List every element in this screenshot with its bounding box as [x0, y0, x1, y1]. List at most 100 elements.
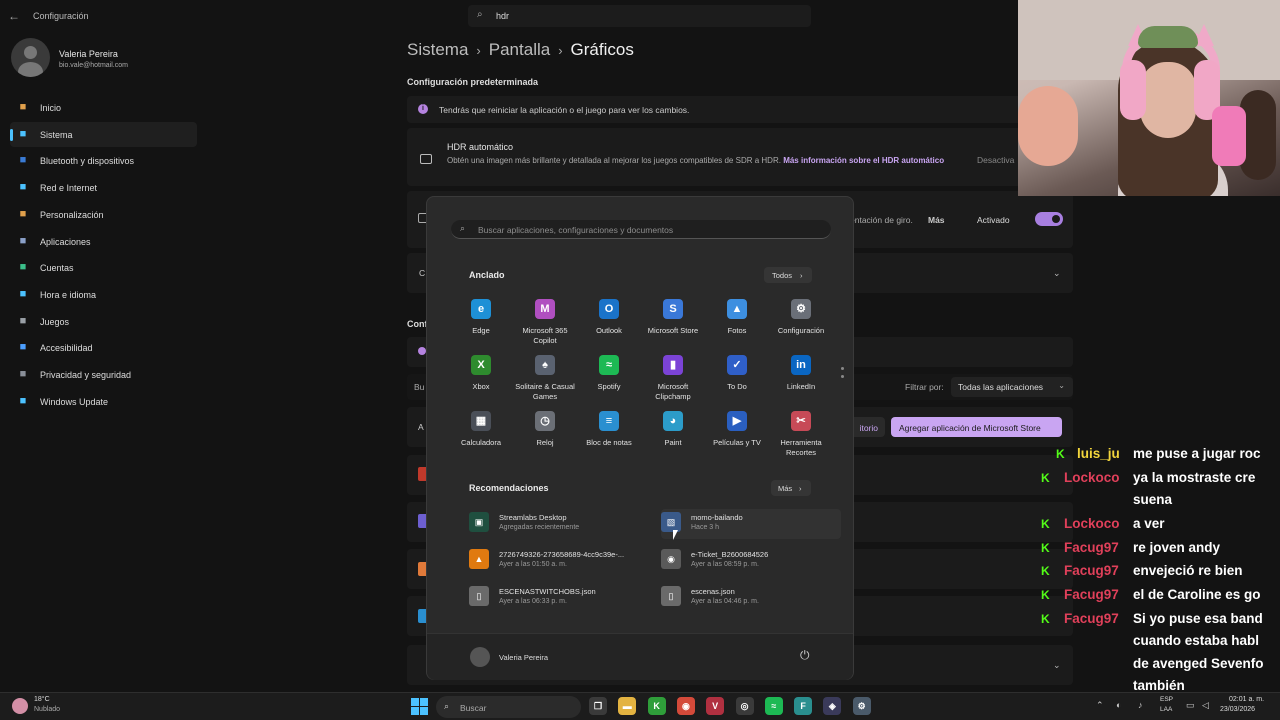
filter-select[interactable]: Todas las aplicaciones ⌄: [951, 377, 1073, 397]
selection-indicator: [10, 128, 13, 141]
weather-icon[interactable]: [12, 698, 28, 714]
weather-condition[interactable]: Nublado: [34, 706, 60, 713]
taskbar-search-label: Buscar: [460, 703, 487, 713]
info-icon: i: [418, 104, 428, 114]
auto-hdr-learn-more-link[interactable]: Más información sobre el HDR automático: [783, 156, 944, 165]
keyboard-language[interactable]: ESP: [1160, 696, 1173, 703]
breadcrumb-item-pantalla[interactable]: Pantalla: [489, 40, 550, 59]
sidebar-item-label: Accesibilidad: [40, 343, 93, 354]
all-apps-button[interactable]: Todos ›: [764, 267, 812, 283]
pinned-app-herramienta-recortes[interactable]: ✂ Herramienta Recortes: [769, 411, 833, 463]
image-file-icon: ▧: [661, 512, 681, 532]
pinned-app-microsoft-clipchamp[interactable]: ▮ Microsoft Clipchamp: [641, 355, 705, 407]
search-icon: ⌕: [444, 701, 450, 711]
pinned-app-label: Paint: [664, 438, 682, 447]
sidebar-item-juegos[interactable]: ■ Juegos: [10, 309, 197, 334]
back-arrow-icon[interactable]: ←: [8, 9, 24, 23]
recommended-item[interactable]: ▧ momo-bailando Hace 3 h: [661, 509, 841, 539]
pinned-app-label: Outlook: [596, 326, 622, 335]
sidebar-item-cuentas[interactable]: ■ Cuentas: [10, 255, 197, 280]
more-label: Más: [778, 484, 793, 493]
chat-username: Facug97: [1064, 563, 1119, 579]
pinned-app-xbox[interactable]: X Xbox: [449, 355, 513, 407]
kick-icon[interactable]: K: [647, 697, 666, 715]
pinned-app-pel-culas-y-tv[interactable]: ▶ Películas y TV: [705, 411, 769, 463]
obs-icon[interactable]: ◎: [735, 697, 754, 715]
more-button[interactable]: Más ›: [771, 480, 811, 496]
vivaldi-icon[interactable]: V: [706, 697, 725, 715]
taskbar-search[interactable]: ⌕ Buscar: [436, 696, 581, 718]
pinned-app-fotos[interactable]: ▲ Fotos: [705, 299, 769, 351]
microphone-icon[interactable]: ♪: [1138, 700, 1143, 710]
pinned-app-linkedin[interactable]: in LinkedIn: [769, 355, 833, 407]
sidebar-item-hora-e-idioma[interactable]: ■ Hora e idioma: [10, 282, 197, 307]
info-icon: [418, 347, 426, 355]
pinned-app-solitaire-casual-games[interactable]: ♠ Solitaire & Casual Games: [513, 355, 577, 407]
chat-message-text: Si yo puse esa band: [1133, 610, 1263, 626]
pinned-app-reloj[interactable]: ◷ Reloj: [513, 411, 577, 463]
clock-date[interactable]: 23/03/2026: [1220, 706, 1255, 713]
settings-gear-icon[interactable]: ⚙: [852, 697, 871, 715]
sidebar-item-windows-update[interactable]: ■ Windows Update: [10, 389, 197, 414]
tray-app-icon[interactable]: ◐: [1116, 700, 1121, 710]
breadcrumb-item-sistema[interactable]: Sistema: [407, 40, 468, 59]
volume-icon[interactable]: ◁: [1202, 700, 1209, 711]
chevron-down-icon[interactable]: ⌄: [1053, 268, 1061, 279]
pinned-app-outlook[interactable]: O Outlook: [577, 299, 641, 351]
power-icon[interactable]: ⏻: [800, 648, 810, 663]
pinned-app-bloc-de-notas[interactable]: ≡ Bloc de notas: [577, 411, 641, 463]
pinned-app-label: Edge: [472, 326, 490, 335]
pinned-app-to-do[interactable]: ✓ To Do: [705, 355, 769, 407]
chevron-up-icon[interactable]: ⌃: [1096, 700, 1104, 711]
file-explorer-icon[interactable]: ▬: [618, 697, 637, 715]
chat-username: Facug97: [1064, 539, 1119, 555]
sidebar-item-bluetooth-y-dispositivos[interactable]: ■ Bluetooth y dispositivos: [10, 148, 197, 173]
recommended-item[interactable]: ◉ e-Ticket_B2600684526 Ayer a las 08:59 p.…: [661, 546, 841, 576]
weather-temp[interactable]: 18°C: [34, 696, 50, 703]
pinned-app-spotify[interactable]: ≈ Spotify: [577, 355, 641, 407]
restart-notice-text: Tendrás que reiniciar la aplicación o el…: [439, 105, 690, 115]
recommended-item[interactable]: ▲ 2726749326-273658689-4cc9c39e-... Ayer a…: [469, 546, 649, 576]
add-store-app-button[interactable]: Agregar aplicación de Microsoft Store: [891, 417, 1062, 437]
sidebar-item-red-e-internet[interactable]: ■ Red e Internet: [10, 175, 197, 200]
sidebar-item-inicio[interactable]: ■ Inicio: [10, 95, 197, 120]
task-view-icon[interactable]: ❐: [589, 697, 607, 715]
recommended-item[interactable]: ▣ Streamlabs Desktop Agregadas recientemen…: [469, 509, 649, 539]
clock-time[interactable]: 02:01 a. m.: [1229, 696, 1264, 703]
user-avatar[interactable]: [470, 647, 490, 667]
pinned-app-microsoft-365-copilot[interactable]: M Microsoft 365 Copilot: [513, 299, 577, 351]
pinned-app-microsoft-store[interactable]: S Microsoft Store: [641, 299, 705, 351]
chrome-icon[interactable]: ◉: [676, 697, 695, 715]
sidebar-item-accesibilidad[interactable]: ■ Accesibilidad: [10, 335, 197, 360]
pinned-app-configuraci-n[interactable]: ⚙ Configuración: [769, 299, 833, 351]
network-icon: ■: [19, 181, 27, 194]
user-avatar[interactable]: [11, 38, 50, 77]
network-icon[interactable]: ▭: [1186, 700, 1195, 711]
file-icon: ▯: [469, 586, 489, 606]
streamlabs-icon[interactable]: ◈: [823, 697, 842, 715]
page-indicator[interactable]: [841, 367, 844, 383]
windows-start-icon[interactable]: [411, 698, 428, 715]
pinned-app-label: Bloc de notas: [586, 438, 632, 447]
spotify-icon[interactable]: ≈: [764, 697, 783, 715]
sidebar-item-aplicaciones[interactable]: ■ Aplicaciones: [10, 229, 197, 254]
notes-icon[interactable]: F: [794, 697, 813, 715]
start-search-input[interactable]: ⌕ Buscar aplicaciones, configuraciones y…: [451, 220, 831, 239]
chevron-down-icon[interactable]: ⌄: [1053, 660, 1061, 671]
app-search-input[interactable]: Bu: [414, 382, 424, 392]
sidebar-item-privacidad-y-seguridad[interactable]: ■ Privacidad y seguridad: [10, 362, 197, 387]
pinned-app-edge[interactable]: e Edge: [449, 299, 513, 351]
sidebar-item-personalizaci-n[interactable]: ■ Personalización: [10, 202, 197, 227]
recommended-item[interactable]: ▯ ESCENASTWITCHOBS.json Ayer a las 06:33 p…: [469, 583, 649, 613]
sidebar-item-label: Sistema: [40, 129, 73, 140]
pinned-app-calculadora[interactable]: ▦ Calculadora: [449, 411, 513, 463]
rotation-toggle[interactable]: [1035, 212, 1063, 226]
sidebar-item-sistema[interactable]: ■ Sistema: [10, 121, 197, 147]
footer-user-name[interactable]: Valeria Pereira: [499, 653, 548, 662]
settings-search-input[interactable]: ⌕ hdr: [468, 5, 811, 27]
rotation-more-link[interactable]: Más: [928, 215, 945, 225]
recommended-item[interactable]: ▯ escenas.json Ayer a las 04:46 p. m.: [661, 583, 841, 613]
sidebar-item-label: Personalización: [40, 209, 104, 220]
keyboard-layout[interactable]: LAA: [1160, 706, 1172, 713]
pinned-app-paint[interactable]: ◕ Paint: [641, 411, 705, 463]
